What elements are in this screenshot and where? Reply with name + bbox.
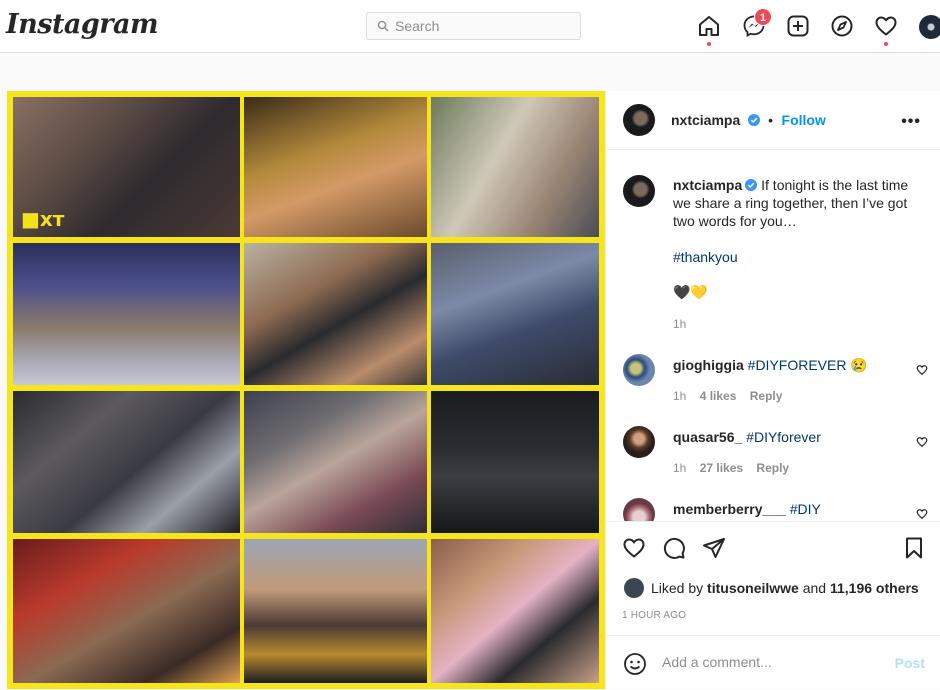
comment-time[interactable]: 1h [673, 389, 686, 403]
new-post-icon[interactable] [786, 14, 810, 38]
post-image-collage[interactable]: ■xт [7, 91, 605, 689]
emoji-smiley-icon[interactable] [623, 652, 647, 676]
caption-hashtag[interactable]: #thankyou [673, 248, 738, 266]
more-options-icon[interactable]: ••• [901, 113, 921, 131]
collage-photo [431, 97, 599, 237]
comment-username[interactable]: memberberry___ [673, 501, 786, 517]
activity-dot [884, 42, 888, 46]
post-actions: Liked by titusoneilwwe and 11,196 others… [606, 521, 940, 689]
collage-photo [244, 539, 427, 683]
author-avatar[interactable] [623, 104, 655, 136]
comment-meta: 1h 27 likes Reply [673, 461, 789, 475]
liked-by-user[interactable]: titusoneilwwe [707, 580, 799, 596]
comment-like-icon[interactable] [916, 436, 928, 448]
comment-like-icon[interactable] [916, 364, 928, 376]
commenter-avatar[interactable] [623, 498, 655, 521]
comment-time[interactable]: 1h [673, 461, 686, 475]
verified-badge-icon [747, 114, 760, 126]
comment-bubble-icon[interactable] [662, 536, 686, 560]
caption-username[interactable]: nxtciampa [673, 177, 742, 193]
comment-username[interactable]: quasar56_ [673, 429, 742, 445]
collage-photo [244, 97, 427, 237]
verified-badge-icon [745, 179, 758, 191]
instagram-logo[interactable]: Instagram [6, 9, 159, 40]
add-comment-bar: Post [606, 635, 940, 690]
comments-section: nxtciampa If tonight is the last time we… [606, 151, 940, 521]
home-icon[interactable] [697, 14, 721, 38]
comment-meta: 1h 4 likes Reply [673, 389, 782, 403]
like-heart-icon[interactable] [622, 536, 646, 560]
comment-text: #DIYFOREVER 😢 [747, 357, 868, 373]
top-navigation-bar: Instagram 1 [0, 0, 940, 53]
liked-by-count[interactable]: 11,196 others [830, 580, 919, 596]
comment-input[interactable] [662, 654, 882, 670]
save-bookmark-icon[interactable] [902, 536, 926, 560]
comment: quasar56_ #DIYforever [673, 428, 821, 446]
messages-badge: 1 [754, 8, 772, 26]
commenter-avatar[interactable] [623, 354, 655, 386]
nxt-logo-icon: ■xт [21, 207, 65, 231]
liked-by-mid: and [798, 580, 830, 596]
caption-avatar[interactable] [623, 175, 655, 207]
post-header: nxtciampa • Follow ••• [606, 91, 940, 150]
collage-photo [13, 243, 240, 385]
share-paper-plane-icon[interactable] [702, 536, 726, 560]
profile-avatar[interactable] [919, 15, 940, 39]
collage-photo [431, 243, 599, 385]
search-input[interactable] [395, 18, 565, 34]
comment-like-icon[interactable] [916, 508, 928, 520]
comment-likes[interactable]: 4 likes [700, 389, 737, 403]
caption-time[interactable]: 1h [673, 317, 686, 331]
collage-photo [244, 391, 427, 533]
comment-text: #DIYforever [746, 429, 821, 445]
collage-photo [431, 539, 599, 683]
liked-by-text: Liked by titusoneilwwe and 11,196 others [651, 580, 919, 596]
collage-photo [244, 243, 427, 385]
reply-button[interactable]: Reply [756, 461, 789, 475]
comment-username[interactable]: gioghiggia [673, 357, 744, 373]
post-timestamp[interactable]: 1 HOUR AGO [622, 610, 686, 621]
search-box[interactable] [366, 12, 581, 40]
search-icon [377, 20, 389, 32]
collage-photo [13, 539, 240, 683]
comment: memberberry___ #DIY [673, 500, 821, 518]
collage-photo [13, 391, 240, 533]
activity-heart-icon[interactable] [874, 14, 898, 38]
caption-emoji: 🖤💛 [673, 284, 708, 300]
post-comment-button[interactable]: Post [895, 655, 925, 671]
explore-compass-icon[interactable] [830, 14, 854, 38]
home-active-dot [707, 42, 711, 46]
commenter-avatar[interactable] [623, 426, 655, 458]
author-line: nxtciampa • Follow [671, 112, 826, 130]
reply-button[interactable]: Reply [750, 389, 783, 403]
author-username[interactable]: nxtciampa [671, 112, 740, 128]
comment-likes[interactable]: 27 likes [700, 461, 743, 475]
liked-by-avatar[interactable] [624, 578, 644, 598]
post-side-panel: nxtciampa • Follow ••• nxtciampa If toni… [605, 91, 940, 689]
follow-button[interactable]: Follow [782, 112, 826, 128]
separator-dot: • [768, 112, 774, 128]
collage-photo [431, 391, 599, 533]
comment: gioghiggia #DIYFOREVER 😢 [673, 356, 868, 374]
collage-photo: ■xт [13, 97, 240, 237]
caption: nxtciampa If tonight is the last time we… [673, 176, 923, 230]
comment-text: #DIY [789, 501, 821, 517]
liked-by-prefix: Liked by [651, 580, 708, 596]
